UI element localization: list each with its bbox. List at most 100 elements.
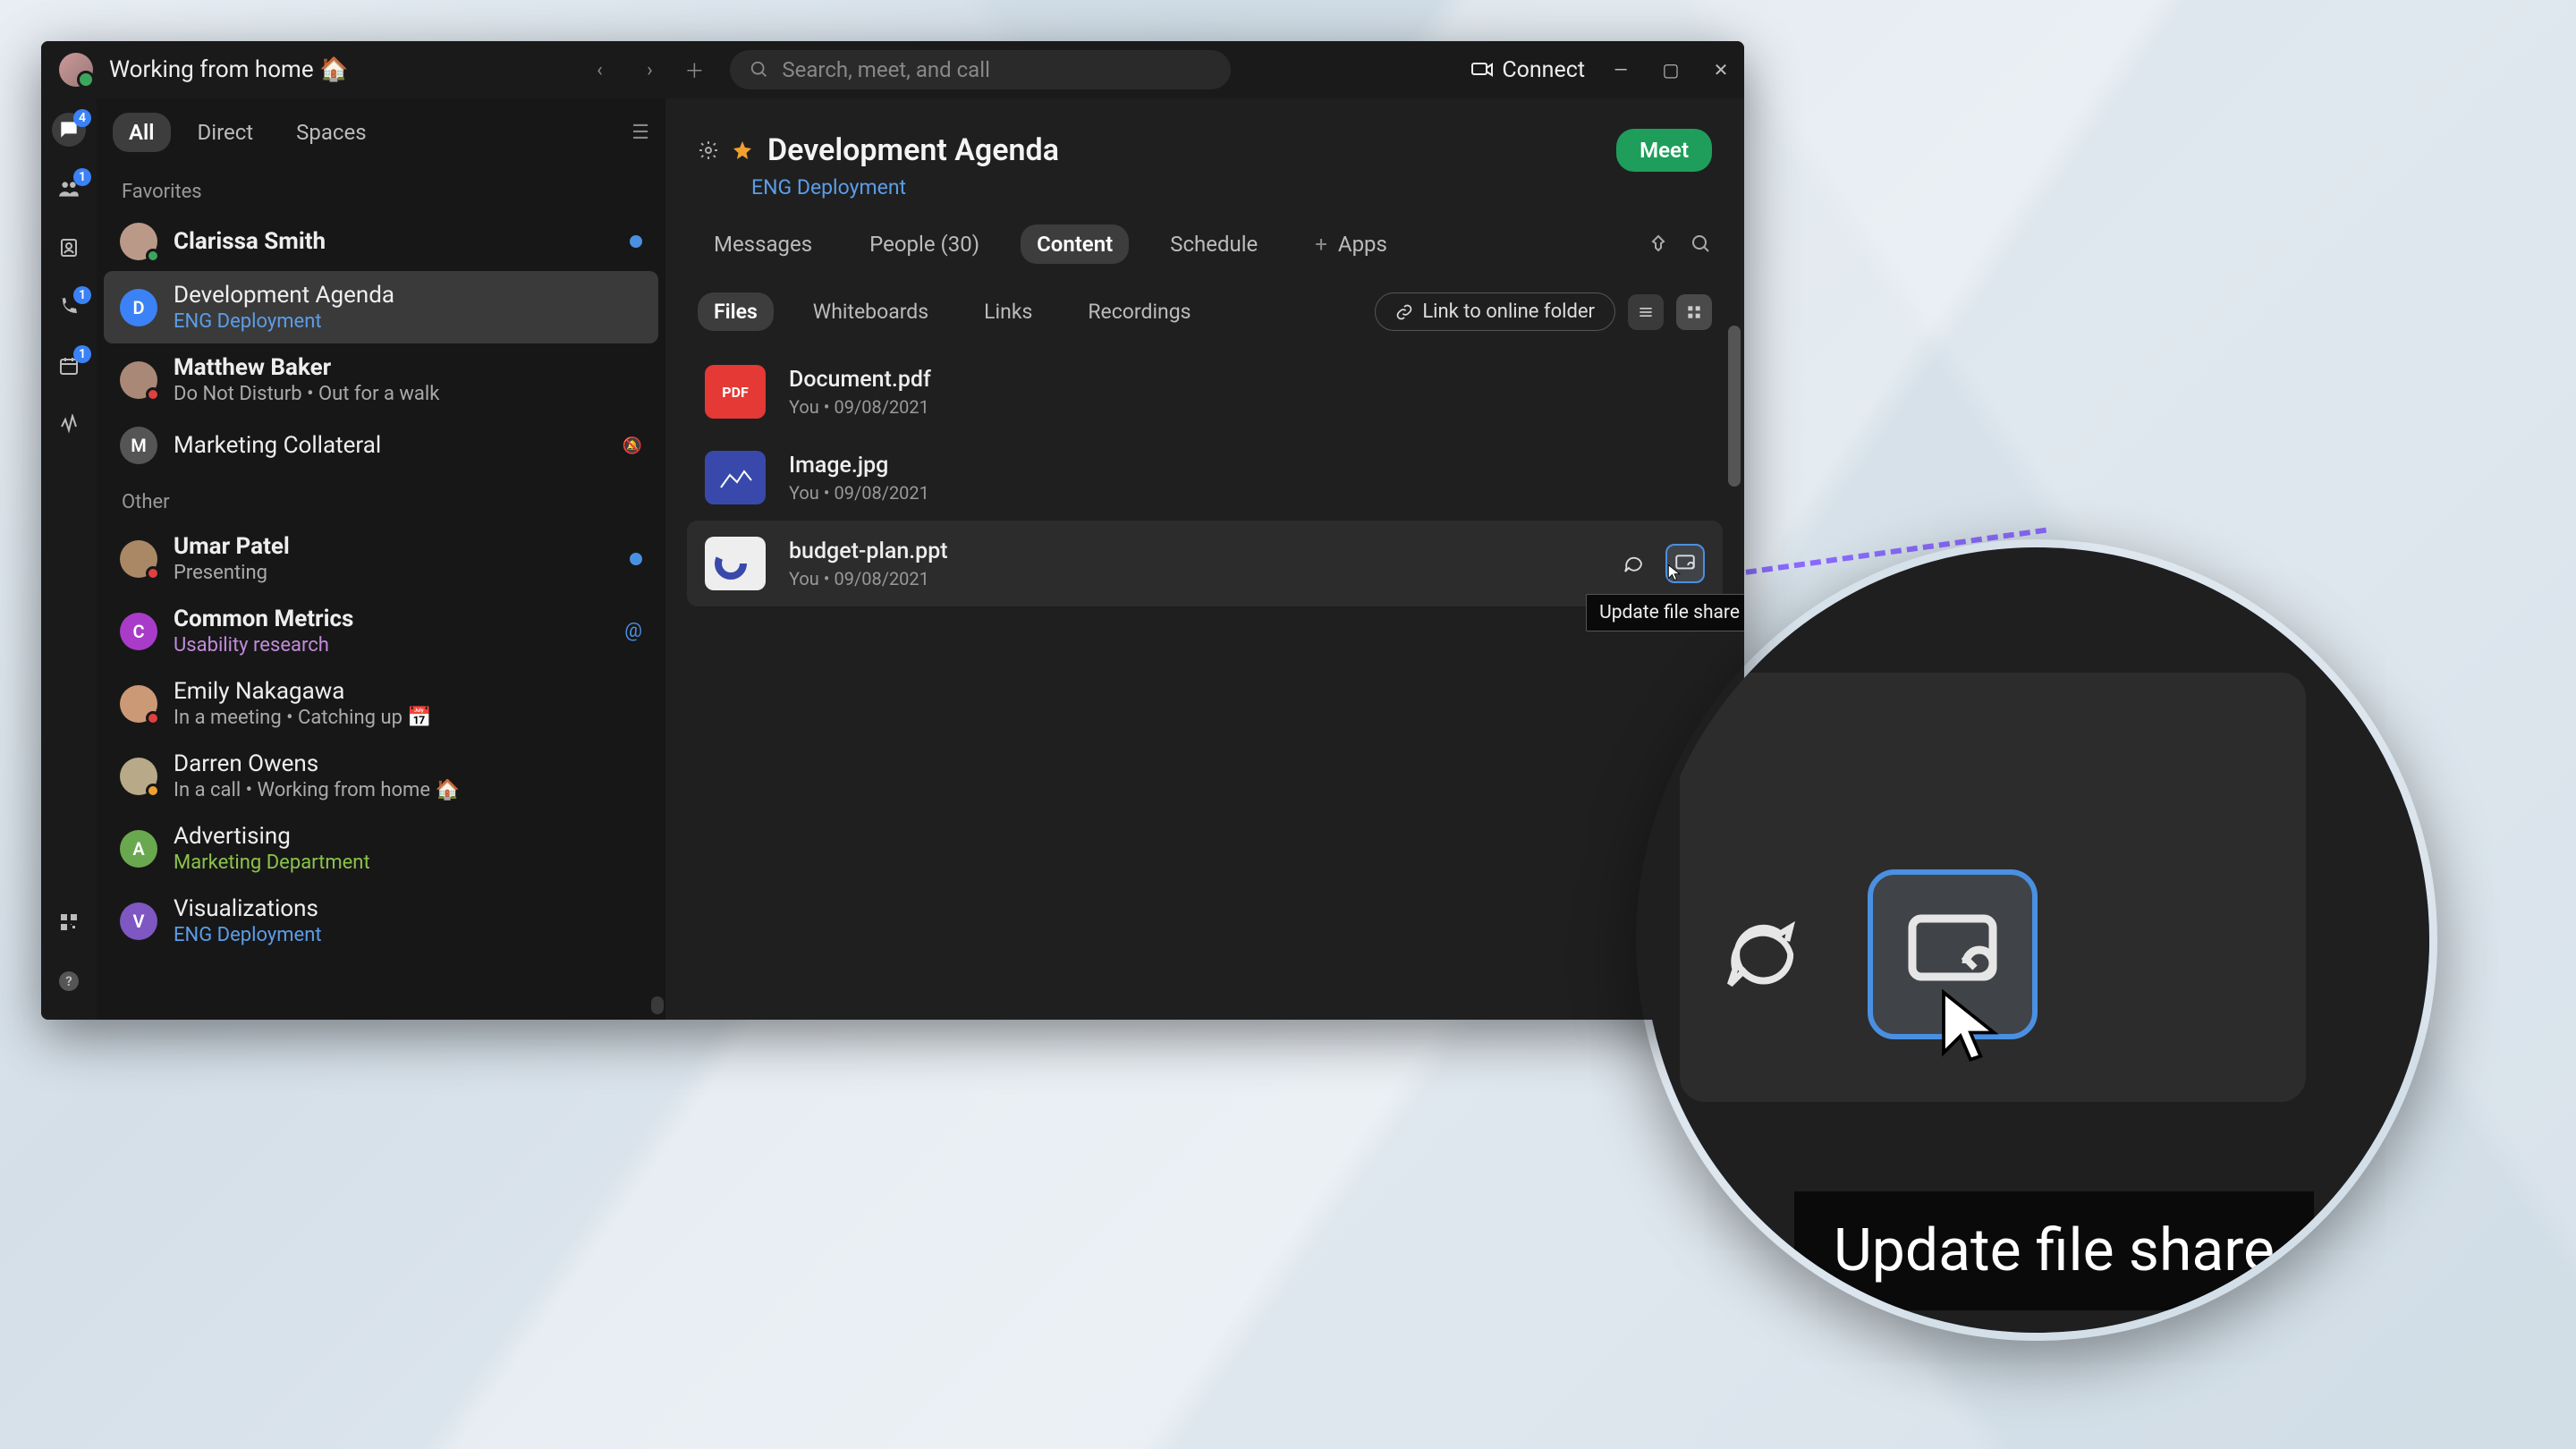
connect-icon xyxy=(1471,61,1493,79)
connect-button[interactable]: Connect xyxy=(1471,57,1585,83)
file-thumbnail: PDF xyxy=(705,365,766,419)
list-item[interactable]: M Marketing Collateral 🔕 xyxy=(104,416,658,475)
list-item[interactable]: Emily NakagawaIn a meeting • Catching up… xyxy=(104,667,658,740)
gear-icon[interactable] xyxy=(698,140,719,161)
window-maximize[interactable]: ▢ xyxy=(1662,59,1680,80)
rail-messaging[interactable]: 4 xyxy=(52,113,86,147)
avatar: M xyxy=(120,427,157,464)
view-list-button[interactable] xyxy=(1628,294,1664,330)
connect-label: Connect xyxy=(1502,57,1585,83)
tab-direct[interactable]: Direct xyxy=(182,113,270,152)
section-favorites-label: Favorites xyxy=(97,165,665,212)
item-sub: In a meeting • Catching up 📅 xyxy=(174,707,432,729)
chat-icon xyxy=(1623,553,1644,574)
item-name: Clarissa Smith xyxy=(174,228,326,255)
user-status[interactable]: Working from home 🏠 xyxy=(109,56,348,83)
meet-button[interactable]: Meet xyxy=(1616,129,1712,172)
rail-calls[interactable]: 1 xyxy=(52,290,86,324)
subtab-files[interactable]: Files xyxy=(698,292,774,331)
file-meta: You • 09/08/2021 xyxy=(789,568,948,589)
mention-icon: @ xyxy=(624,620,642,642)
contacts-icon xyxy=(58,237,80,258)
space-subtitle: ENG Deployment xyxy=(751,175,1712,199)
sidebar: All Direct Spaces ☰ Favorites Clarissa S… xyxy=(97,41,665,1020)
item-name: Darren Owens xyxy=(174,750,460,777)
zoom-callout: Update file share xyxy=(1635,538,2438,1342)
link-online-folder-button[interactable]: Link to online folder xyxy=(1375,292,1615,331)
cursor-icon xyxy=(1930,986,2011,1066)
tab-content[interactable]: Content xyxy=(1021,225,1129,264)
rail-teams[interactable]: 1 xyxy=(52,172,86,206)
item-name: Advertising xyxy=(174,823,370,850)
unread-dot xyxy=(630,235,642,248)
rail-help[interactable]: ? xyxy=(52,964,86,998)
tab-apps[interactable]: +Apps xyxy=(1299,225,1403,264)
apps-icon xyxy=(58,911,80,933)
section-other-label: Other xyxy=(97,475,665,522)
app-window: Working from home 🏠 ‹ › ＋ Search, meet, … xyxy=(41,41,1744,1020)
item-name: Marketing Collateral xyxy=(174,432,381,459)
rail-activity[interactable] xyxy=(52,408,86,442)
window-minimize[interactable]: — xyxy=(1612,59,1630,80)
tab-spaces[interactable]: Spaces xyxy=(280,113,382,152)
avatar: V xyxy=(120,902,157,940)
file-name: Image.jpg xyxy=(789,453,929,479)
item-name: Visualizations xyxy=(174,895,322,922)
item-name: Umar Patel xyxy=(174,533,290,560)
file-thumbnail xyxy=(705,451,766,504)
file-row[interactable]: PDFDocument.pdfYou • 09/08/2021 xyxy=(687,349,1723,435)
tab-all[interactable]: All xyxy=(113,113,171,152)
user-avatar[interactable] xyxy=(59,53,93,87)
search-input[interactable]: Search, meet, and call xyxy=(730,50,1231,89)
nav-back[interactable]: ‹ xyxy=(589,59,610,81)
list-icon xyxy=(1637,303,1655,321)
pin-icon[interactable] xyxy=(1648,233,1669,255)
list-item[interactable]: Umar PatelPresenting xyxy=(104,522,658,595)
star-icon[interactable] xyxy=(732,140,753,161)
file-row[interactable]: budget-plan.pptYou • 09/08/2021Update fi… xyxy=(687,521,1723,606)
list-item[interactable]: Clarissa Smith xyxy=(104,212,658,271)
subtab-whiteboards[interactable]: Whiteboards xyxy=(797,292,945,331)
rail-meetings[interactable]: 1 xyxy=(52,349,86,383)
tab-people[interactable]: People (30) xyxy=(853,225,996,264)
nav-rail: 4 1 1 1 ? xyxy=(41,41,97,1020)
zoom-tooltip: Update file share xyxy=(1794,1191,2314,1310)
list-item[interactable]: CCommon MetricsUsability research@ xyxy=(104,595,658,667)
window-close[interactable]: ✕ xyxy=(1712,59,1730,80)
nav-forward[interactable]: › xyxy=(639,59,660,81)
activity-icon xyxy=(58,414,80,436)
item-name: Common Metrics xyxy=(174,606,353,632)
help-icon: ? xyxy=(58,970,80,992)
new-button[interactable]: ＋ xyxy=(683,55,705,84)
rail-apps[interactable] xyxy=(52,905,86,939)
item-name: Matthew Baker xyxy=(174,354,439,381)
muted-icon: 🔕 xyxy=(623,436,642,455)
list-item[interactable]: DDevelopment AgendaENG Deployment xyxy=(104,271,658,343)
subtab-recordings[interactable]: Recordings xyxy=(1072,292,1207,331)
item-sub: ENG Deployment xyxy=(174,924,322,946)
tab-schedule[interactable]: Schedule xyxy=(1154,225,1274,264)
avatar: A xyxy=(120,830,157,868)
item-sub: Marketing Department xyxy=(174,852,370,874)
sidebar-filter-icon[interactable]: ☰ xyxy=(631,122,649,144)
item-sub: Do Not Disturb • Out for a walk xyxy=(174,383,439,405)
list-item[interactable]: A AdvertisingMarketing Department xyxy=(104,812,658,885)
avatar xyxy=(120,540,157,578)
list-item[interactable]: V VisualizationsENG Deployment xyxy=(104,885,658,957)
sidebar-scrollbar[interactable] xyxy=(651,113,664,1014)
calendar-badge: 1 xyxy=(73,345,91,363)
search-icon[interactable] xyxy=(1690,233,1712,255)
subtab-links[interactable]: Links xyxy=(968,292,1048,331)
list-item[interactable]: Darren OwensIn a call • Working from hom… xyxy=(104,740,658,812)
view-grid-button[interactable] xyxy=(1676,294,1712,330)
main-panel: Development Agenda Meet ENG Deployment M… xyxy=(665,41,1744,1020)
teams-badge: 1 xyxy=(73,168,91,186)
list-item[interactable]: Matthew BakerDo Not Disturb • Out for a … xyxy=(104,343,658,416)
file-thumbnail xyxy=(705,537,766,590)
space-title: Development Agenda xyxy=(767,132,1059,168)
tab-messages[interactable]: Messages xyxy=(698,225,828,264)
rail-contacts[interactable] xyxy=(52,231,86,265)
item-sub: Presenting xyxy=(174,562,290,584)
link-icon xyxy=(1395,303,1413,321)
file-row[interactable]: Image.jpgYou • 09/08/2021 xyxy=(687,435,1723,521)
